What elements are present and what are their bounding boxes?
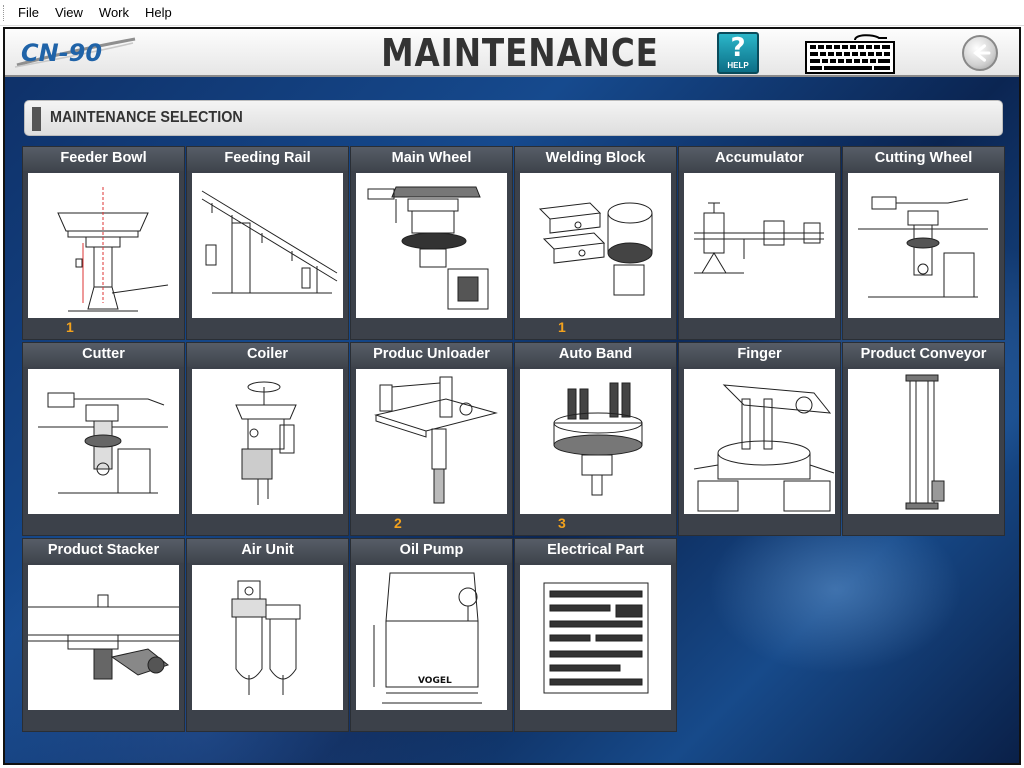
tile-count: 1	[558, 319, 566, 335]
tile-product-stacker[interactable]: Product Stacker	[22, 538, 185, 732]
tile-title: Auto Band	[515, 343, 676, 367]
tile-title: Product Stacker	[23, 539, 184, 563]
menu-help[interactable]: Help	[137, 5, 180, 20]
tile-title: Product Conveyor	[843, 343, 1004, 367]
tile-feeding-rail[interactable]: Feeding Rail	[186, 146, 349, 340]
help-label: HELP	[727, 61, 749, 70]
finger-diagram	[684, 369, 835, 514]
section-header: MAINTENANCE SELECTION	[24, 100, 1003, 136]
tile-title: Cutter	[23, 343, 184, 367]
accumulator-diagram	[684, 173, 835, 318]
product-conveyor-diagram	[848, 369, 999, 514]
tile-electrical-part[interactable]: Electrical Part	[514, 538, 677, 732]
tile-oil-pump[interactable]: Oil Pump VOGEL	[350, 538, 513, 732]
section-label: MAINTENANCE SELECTION	[50, 109, 243, 126]
menu-view[interactable]: View	[47, 5, 91, 20]
tile-title: Main Wheel	[351, 147, 512, 171]
app-window: CN-90 MAINTENANCE ? HELP MAINTENANCE SEL…	[3, 27, 1021, 765]
tile-produc-unloader[interactable]: Produc Unloader 2	[350, 342, 513, 536]
tile-cutter[interactable]: Cutter	[22, 342, 185, 536]
keyboard-icon[interactable]	[803, 32, 897, 75]
produc-unloader-diagram	[356, 369, 507, 514]
tile-title: Welding Block	[515, 147, 676, 171]
tile-count: 3	[558, 515, 566, 531]
tile-auto-band[interactable]: Auto Band 3	[514, 342, 677, 536]
tile-title: Cutting Wheel	[843, 147, 1004, 171]
tile-feeder-bowl[interactable]: Feeder Bowl 1	[22, 146, 185, 340]
logo-text: CN-90	[21, 39, 102, 67]
product-stacker-diagram	[28, 565, 179, 710]
electrical-part-diagram	[520, 565, 671, 710]
back-button[interactable]	[962, 35, 998, 71]
cutting-wheel-diagram	[848, 173, 999, 318]
tile-product-conveyor[interactable]: Product Conveyor	[842, 342, 1005, 536]
cutter-diagram	[28, 369, 179, 514]
welding-block-diagram	[520, 173, 671, 318]
tile-coiler[interactable]: Coiler	[186, 342, 349, 536]
tile-main-wheel[interactable]: Main Wheel	[350, 146, 513, 340]
air-unit-diagram	[192, 565, 343, 710]
auto-band-diagram	[520, 369, 671, 514]
tile-title: Finger	[679, 343, 840, 367]
tile-title: Electrical Part	[515, 539, 676, 563]
tile-title: Feeding Rail	[187, 147, 348, 171]
tile-title: Accumulator	[679, 147, 840, 171]
menu-grip	[3, 5, 5, 21]
tile-welding-block[interactable]: Welding Block 1	[514, 146, 677, 340]
main-wheel-diagram	[356, 173, 507, 318]
tile-title: Produc Unloader	[351, 343, 512, 367]
tile-cutting-wheel[interactable]: Cutting Wheel	[842, 146, 1005, 340]
help-icon: ?	[730, 33, 746, 63]
oil-pump-brand: VOGEL	[418, 676, 452, 686]
tile-finger[interactable]: Finger	[678, 342, 841, 536]
menu-file[interactable]: File	[10, 5, 47, 20]
tile-title: Oil Pump	[351, 539, 512, 563]
tile-title: Feeder Bowl	[23, 147, 184, 171]
back-arrow-icon	[973, 44, 991, 62]
tile-air-unit[interactable]: Air Unit	[186, 538, 349, 732]
page-title: MAINTENANCE	[381, 31, 659, 75]
section-marker	[32, 107, 41, 131]
tile-accumulator[interactable]: Accumulator	[678, 146, 841, 340]
coiler-diagram	[192, 369, 343, 514]
tile-title: Air Unit	[187, 539, 348, 563]
menu-work[interactable]: Work	[91, 5, 137, 20]
menu-bar: File View Work Help	[0, 0, 1024, 26]
oil-pump-diagram: VOGEL	[356, 565, 507, 710]
tile-title: Coiler	[187, 343, 348, 367]
feeder-bowl-diagram	[28, 173, 179, 318]
cn90-logo: CN-90	[14, 37, 136, 68]
help-button[interactable]: ? HELP	[717, 32, 759, 74]
feeding-rail-diagram	[192, 173, 343, 318]
header-bar: CN-90 MAINTENANCE ? HELP	[5, 29, 1019, 77]
tile-count: 2	[394, 515, 402, 531]
tile-count: 1	[66, 319, 74, 335]
